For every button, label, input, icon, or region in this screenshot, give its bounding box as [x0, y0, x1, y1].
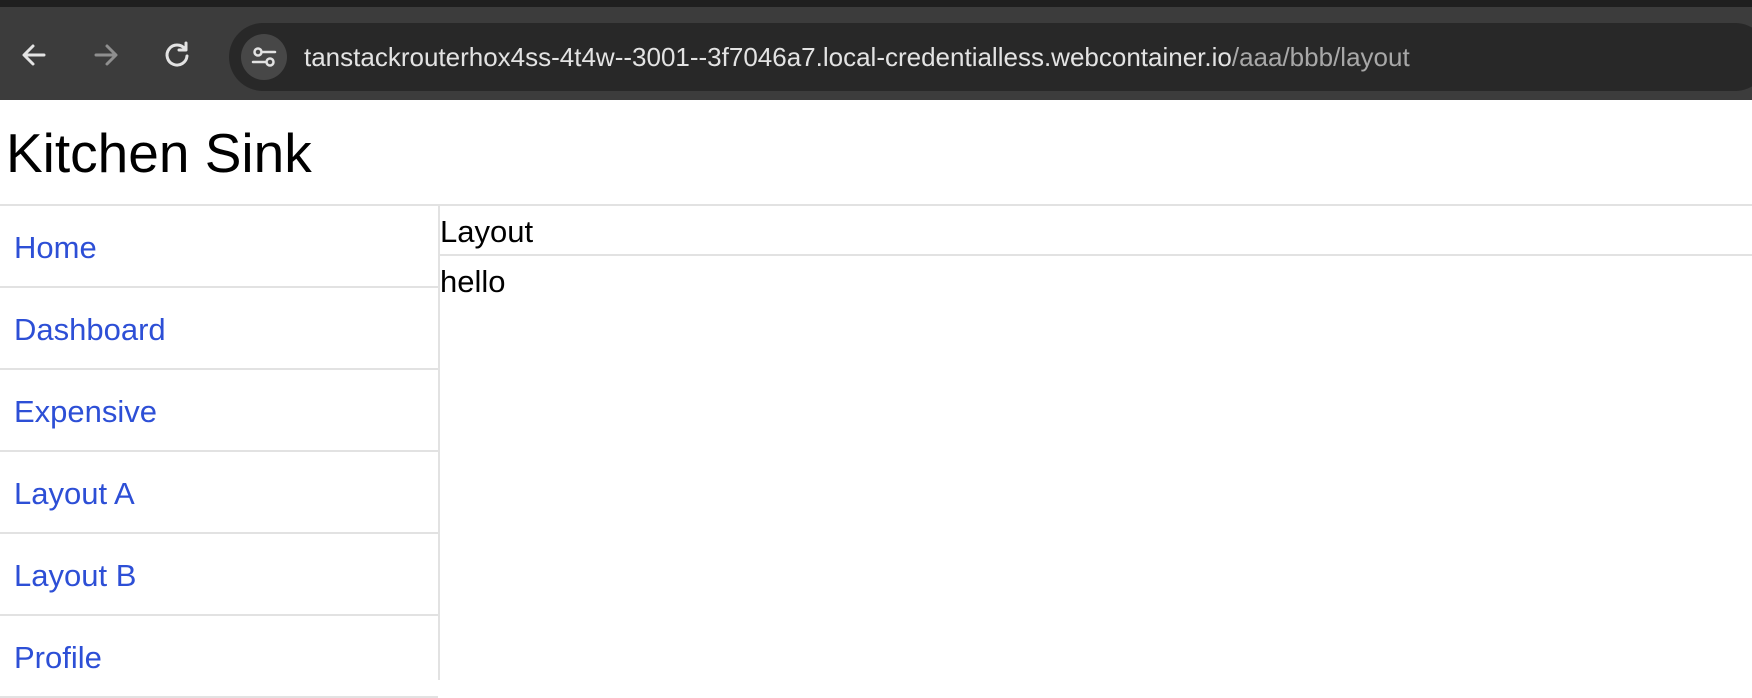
address-bar[interactable]: tanstackrouterhox4ss-4t4w--3001--3f7046a…: [229, 23, 1752, 91]
sidebar-item-label: Expensive: [14, 394, 158, 429]
reload-button[interactable]: [159, 37, 195, 73]
browser-toolbar: tanstackrouterhox4ss-4t4w--3001--3f7046a…: [0, 7, 1752, 100]
sidebar-item-label: Layout A: [14, 476, 135, 511]
sidebar-item-label: Dashboard: [14, 312, 166, 347]
tune-sliders-icon: [251, 47, 277, 67]
page-title: Kitchen Sink: [6, 122, 312, 184]
back-button[interactable]: [16, 37, 52, 73]
reload-icon: [165, 41, 189, 67]
sidebar-item-layout-b[interactable]: Layout B: [0, 534, 438, 616]
forward-button[interactable]: [88, 37, 124, 73]
content-text: hello: [440, 264, 506, 299]
sidebar-item-dashboard[interactable]: Dashboard: [0, 288, 438, 370]
site-info-button[interactable]: [241, 34, 287, 80]
arrow-right-icon: [94, 44, 118, 66]
main-content: Layout hello: [440, 206, 1752, 680]
sidebar: Home Dashboard Expensive Layout A Layout…: [0, 206, 440, 698]
browser-top-strip: [0, 0, 1752, 7]
url-path: /aaa/bbb/layout: [1231, 42, 1410, 72]
arrow-left-icon: [22, 44, 46, 66]
layout-heading: Layout: [440, 214, 534, 249]
sidebar-item-home[interactable]: Home: [0, 206, 438, 288]
sidebar-item-label: Profile: [14, 640, 102, 675]
sidebar-item-profile[interactable]: Profile: [0, 616, 438, 698]
url-text: tanstackrouterhox4ss-4t4w--3001--3f7046a…: [304, 42, 1410, 72]
sidebar-item-layout-a[interactable]: Layout A: [0, 452, 438, 534]
url-host: tanstackrouterhox4ss-4t4w--3001--3f7046a…: [304, 42, 1232, 72]
sidebar-item-expensive[interactable]: Expensive: [0, 370, 438, 452]
page-viewport: Kitchen Sink Home Dashboard Expensive La…: [0, 100, 1752, 698]
content-divider: [440, 254, 1752, 256]
sidebar-item-label: Home: [14, 230, 97, 265]
sidebar-item-label: Layout B: [14, 558, 137, 593]
